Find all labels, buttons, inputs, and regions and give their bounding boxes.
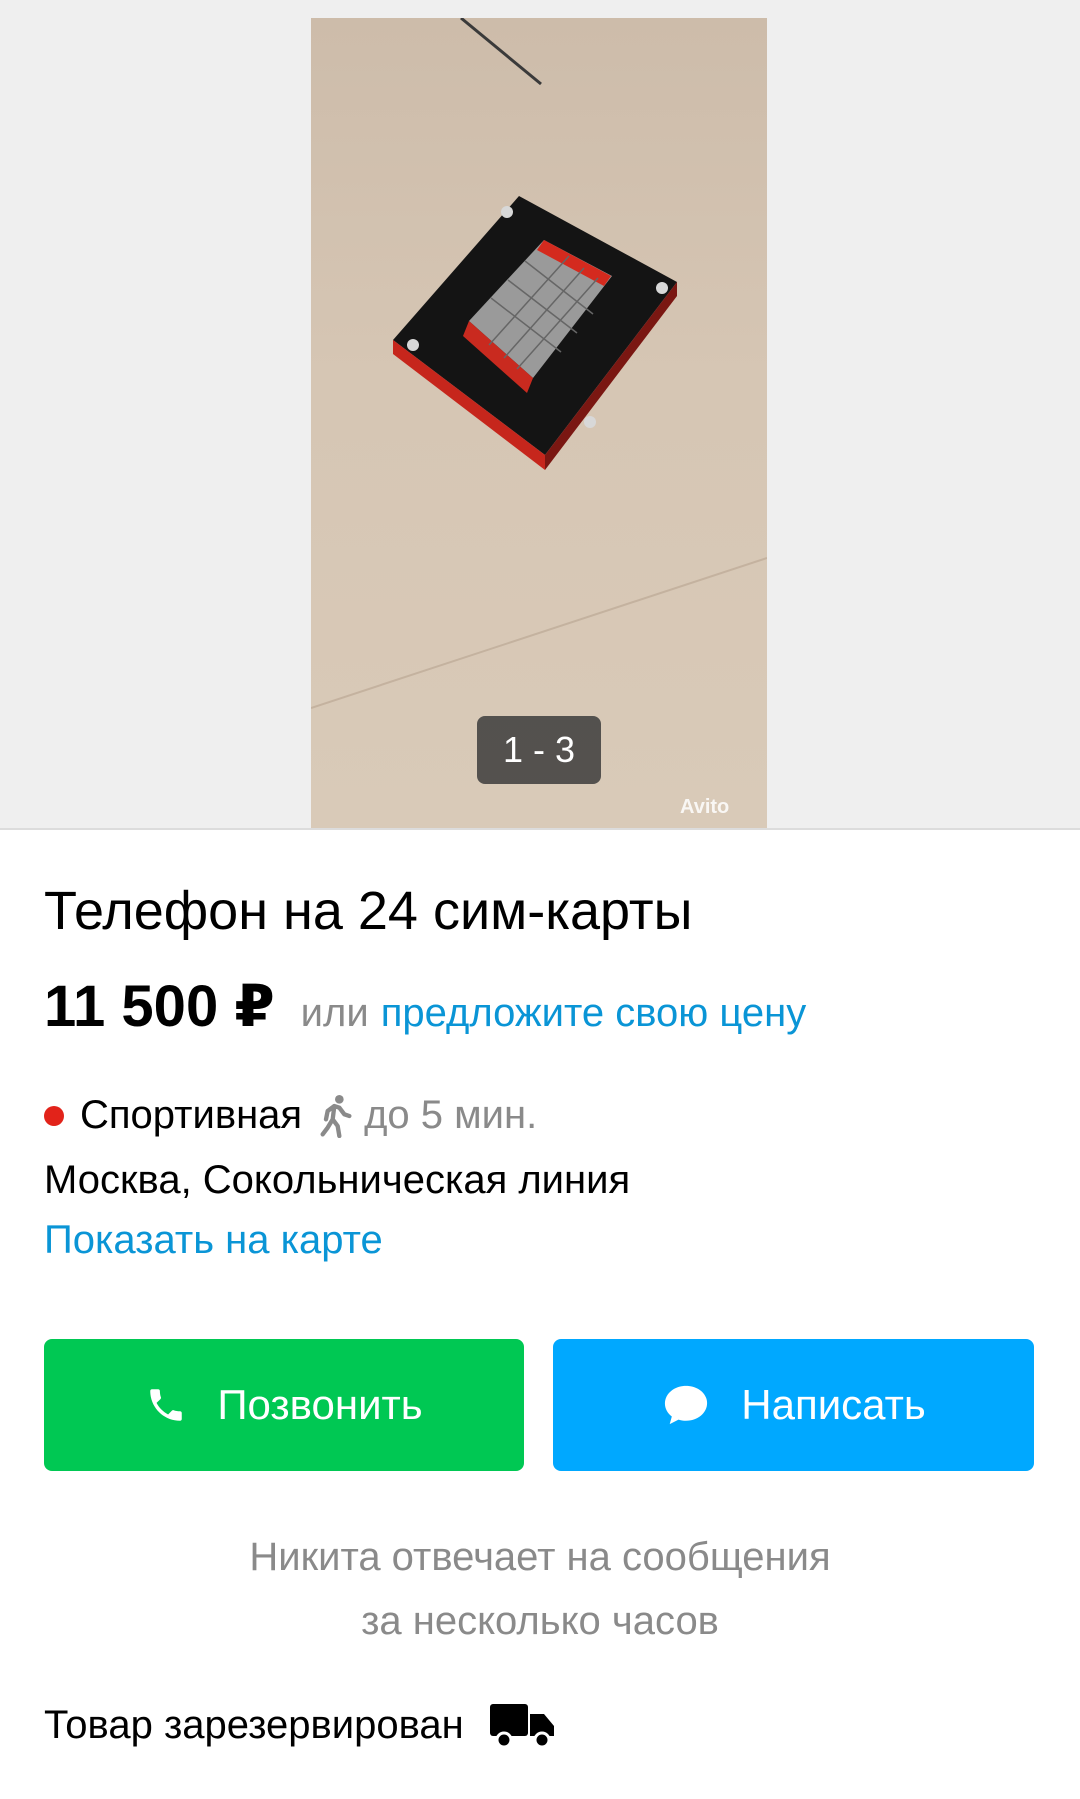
photo-counter: 1 - 3 bbox=[477, 716, 601, 784]
truck-icon bbox=[489, 1704, 554, 1749]
price-or-label: или bbox=[300, 991, 369, 1035]
product-photo-drawing bbox=[311, 18, 767, 709]
reserved-status: Товар зарезервирован bbox=[44, 1700, 558, 1750]
product-photo[interactable] bbox=[311, 18, 767, 828]
listing-price: 11 500 ₽ bbox=[44, 974, 275, 1039]
metro-info: Спортивная до 5 мин. bbox=[44, 1093, 537, 1138]
seller-reply-time: Никита отвечает на сообщения за нескольк… bbox=[0, 1525, 1080, 1653]
chat-bubble-icon bbox=[665, 1385, 708, 1425]
reply-note-line-1: Никита отвечает на сообщения bbox=[249, 1535, 831, 1579]
write-button[interactable]: Написать bbox=[553, 1339, 1034, 1471]
avito-watermark: Avito bbox=[680, 796, 730, 818]
reply-note-line-2: за несколько часов bbox=[361, 1599, 719, 1643]
metro-line-dot bbox=[44, 1105, 64, 1126]
write-button-label: Написать bbox=[741, 1381, 926, 1428]
walking-person-icon bbox=[320, 1094, 352, 1138]
call-button[interactable]: Позвонить bbox=[44, 1339, 524, 1471]
photo-gallery[interactable]: 1 - 3 Avito bbox=[0, 0, 1080, 830]
metro-station: Спортивная bbox=[80, 1093, 303, 1137]
price-row: 11 500 ₽ или предложите свою цену bbox=[44, 972, 806, 1040]
listing-title: Телефон на 24 сим-карты bbox=[44, 881, 693, 941]
reserved-label: Товар зарезервирован bbox=[44, 1702, 464, 1747]
address: Москва, Сокольническая линия bbox=[44, 1158, 631, 1202]
walk-time: до 5 мин. bbox=[364, 1093, 538, 1137]
phone-icon bbox=[150, 1389, 183, 1421]
offer-price-link[interactable]: предложите свою цену bbox=[381, 991, 807, 1036]
call-button-label: Позвонить bbox=[217, 1381, 423, 1428]
show-on-map-link[interactable]: Показать на карте bbox=[44, 1218, 383, 1263]
